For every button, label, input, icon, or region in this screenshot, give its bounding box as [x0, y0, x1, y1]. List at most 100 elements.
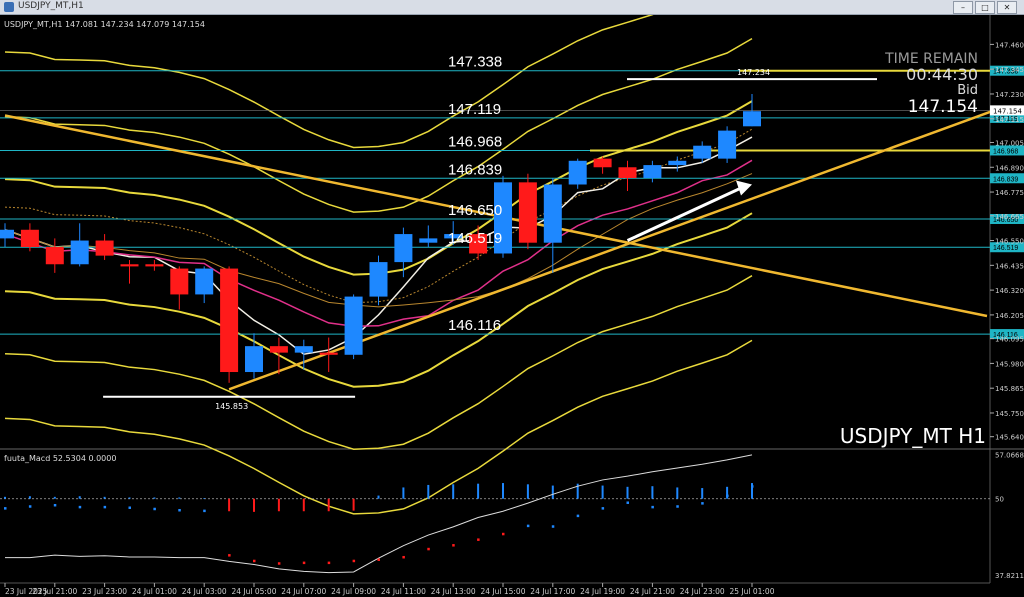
price-axis-label: 145.865 [995, 385, 1024, 393]
macd-dot [53, 503, 57, 507]
candle-body [245, 346, 263, 373]
candle-body [120, 264, 139, 267]
macd-dot [402, 555, 405, 559]
price-axis-label: 146.890 [995, 164, 1024, 172]
time-axis-label: 24 Jul 13:00 [431, 587, 476, 596]
price-axis-label: 147.230 [995, 91, 1024, 99]
candle-body [70, 240, 89, 265]
time-remain-value: 00:44:30 [906, 65, 978, 84]
price-level-tag-2: 146.968 [993, 148, 1018, 155]
candle-body [543, 184, 562, 243]
macd-dot [651, 505, 654, 509]
maximize-button[interactable]: □ [975, 1, 995, 14]
macd-dot [302, 561, 306, 565]
candle-body [20, 229, 39, 248]
time-axis-label: 23 Jul 21:00 [32, 587, 77, 596]
candle-body [45, 247, 64, 265]
candle-body [693, 145, 712, 159]
candle-body [95, 240, 114, 256]
macd-dot [128, 506, 131, 509]
macd-dot [452, 544, 455, 547]
price-axis-label: 145.750 [995, 410, 1024, 418]
macd-dot [601, 507, 605, 510]
candle-body [668, 160, 687, 166]
macd-dot [626, 501, 629, 504]
price-axis-label: 146.435 [995, 262, 1024, 270]
macd-dot [153, 507, 156, 511]
macd-dot [78, 505, 82, 509]
candle-body [369, 262, 388, 297]
price-level-label-5: 146.519 [448, 230, 502, 247]
time-axis-label: 24 Jul 09:00 [331, 587, 376, 596]
candle-body [319, 352, 338, 355]
macd-dot [327, 561, 331, 565]
macd-dot [4, 507, 7, 510]
candle-body [743, 111, 761, 127]
candle-body [145, 264, 164, 267]
macd-dot [427, 547, 430, 551]
macd-dot [253, 559, 256, 563]
candle-body [0, 229, 14, 239]
time-axis-label: 24 Jul 07:00 [281, 587, 326, 596]
price-level-tag-3: 146.839 [993, 176, 1018, 183]
macd-dot [751, 485, 754, 488]
candle-body [195, 268, 214, 295]
price-axis-label: 146.205 [995, 312, 1024, 320]
macd-dot [576, 514, 580, 518]
candle-body [718, 130, 737, 159]
price-axis-label: 147.115 [995, 116, 1024, 124]
minimize-button[interactable]: – [953, 1, 973, 14]
candle-body [294, 346, 313, 353]
candle-body [170, 268, 189, 295]
macd-dot [352, 559, 356, 563]
price-chart[interactable]: fuuta_Macd 52.5304 0.0000 147.338 147.119… [0, 15, 1024, 597]
macd-dot [701, 502, 704, 505]
symbol-header: USDJPY_MT,H1 147.081 147.234 147.079 147… [4, 20, 205, 29]
price-axis-label: 146.665 [995, 213, 1024, 221]
time-axis-label: 24 Jul 17:00 [530, 587, 575, 596]
price-axis-label: 146.550 [995, 238, 1024, 246]
price-axis-label: 146.320 [995, 287, 1024, 295]
candle-body [593, 158, 612, 168]
symbol-watermark: USDJPY_MT H1 [840, 424, 986, 448]
price-level-label-2: 146.968 [448, 133, 502, 150]
time-axis-label: 24 Jul 03:00 [182, 587, 227, 596]
price-level-label-4: 146.650 [448, 202, 502, 219]
window-titlebar: USDJPY_MT,H1 – □ ✕ [0, 0, 1024, 15]
time-axis-label: 24 Jul 05:00 [232, 587, 277, 596]
price-axis-label: 146.095 [995, 336, 1024, 344]
macd-axis-label: 57.0668 [995, 451, 1024, 459]
time-axis-label: 24 Jul 11:00 [381, 587, 426, 596]
macd-dot [726, 494, 729, 498]
close-button[interactable]: ✕ [997, 1, 1017, 14]
candle-body [618, 167, 637, 179]
price-level-tag-5: 146.519 [993, 245, 1018, 252]
chart-window-icon [4, 2, 14, 12]
macd-dot [377, 558, 380, 561]
macd-axis-label: 37.8211 [995, 572, 1024, 580]
price-axis-label: 147.005 [995, 139, 1024, 147]
price-axis-label: 147.345 [995, 66, 1024, 74]
time-axis-label: 24 Jul 19:00 [580, 587, 625, 596]
window-title: USDJPY_MT,H1 [18, 1, 84, 11]
price-level-label-3: 146.839 [448, 161, 502, 178]
macd-dot [28, 505, 32, 508]
candle-body [220, 268, 239, 373]
macd-dot [502, 532, 505, 536]
candle-body [269, 346, 288, 353]
macd-dot [551, 525, 555, 528]
macd-dot [178, 508, 181, 512]
price-axis-label: 145.640 [995, 434, 1024, 442]
time-axis-label: 25 Jul 01:00 [730, 587, 775, 596]
bid-value: 147.154 [908, 97, 978, 117]
price-axis-label: 147.460 [995, 41, 1024, 49]
candle-body [518, 182, 537, 243]
time-axis-label: 24 Jul 01:00 [132, 587, 177, 596]
macd-dot [103, 505, 107, 509]
low-marker-label: 145.853 [215, 402, 248, 411]
macd-dot [526, 524, 530, 528]
current-price-tag: 147.154 [993, 107, 1022, 115]
bid-label: Bid [957, 83, 978, 98]
macd-dot [277, 562, 281, 565]
candle-body [568, 160, 587, 185]
